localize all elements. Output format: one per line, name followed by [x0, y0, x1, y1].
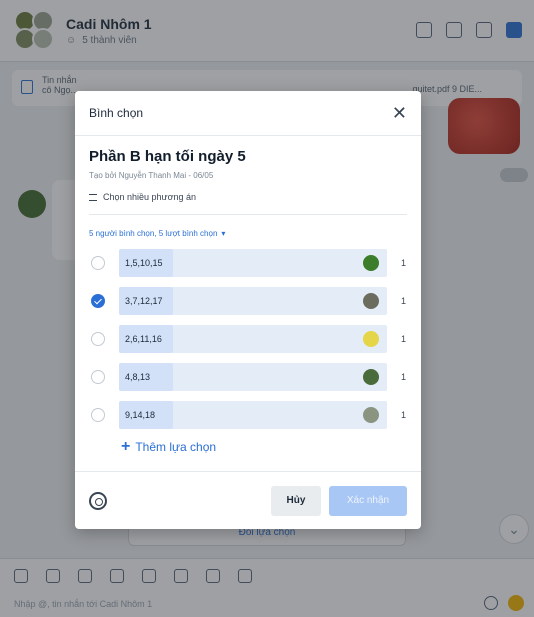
- vote-count[interactable]: 1: [401, 334, 406, 344]
- poll-option[interactable]: 1,5,10,15 1: [89, 248, 407, 278]
- option-checkbox[interactable]: [91, 256, 105, 270]
- option-checkbox[interactable]: [91, 332, 105, 346]
- poll-question: Phần B hạn tối ngày 5: [89, 148, 246, 165]
- poll-option[interactable]: 9,14,18 1: [89, 400, 407, 430]
- option-bar[interactable]: 1,5,10,15: [119, 249, 387, 277]
- cancel-button[interactable]: Hủy: [271, 485, 321, 516]
- poll-dialog: Bình chọn ✕ Phần B hạn tối ngày 5 Tạo bở…: [75, 91, 421, 529]
- option-label: 1,5,10,15: [125, 258, 163, 268]
- poll-option[interactable]: 2,6,11,16 1: [89, 324, 407, 354]
- poll-option[interactable]: 3,7,12,17 1: [89, 286, 407, 316]
- add-option-button[interactable]: + Thêm lựa chọn: [121, 438, 407, 456]
- confirm-button[interactable]: Xác nhận: [329, 485, 407, 516]
- voter-avatar[interactable]: [363, 293, 379, 309]
- settings-icon[interactable]: [89, 491, 107, 510]
- vote-count[interactable]: 1: [401, 258, 406, 268]
- voter-avatar[interactable]: [363, 255, 379, 271]
- chevron-down-icon: ▾: [221, 229, 226, 238]
- divider: [89, 214, 407, 215]
- vote-count[interactable]: 1: [401, 296, 406, 306]
- close-icon[interactable]: ✕: [392, 104, 407, 122]
- option-label: 9,14,18: [125, 410, 156, 420]
- poll-meta: Tạo bởi Nguyễn Thanh Mai - 06/05: [89, 171, 214, 180]
- poll-options: 1,5,10,15 1 3,7,12,17 1 2,6,11,16 1 4,8,13 1 9,1…: [89, 248, 407, 430]
- plus-icon: +: [121, 438, 131, 455]
- vote-count[interactable]: 1: [401, 372, 406, 382]
- add-option-label: Thêm lựa chọn: [135, 440, 217, 454]
- multi-choice-label: Chọn nhiều phương án: [103, 192, 196, 202]
- option-label: 4,8,13: [125, 372, 151, 382]
- voter-avatar[interactable]: [363, 407, 379, 423]
- option-checkbox[interactable]: [91, 294, 105, 308]
- option-label: 3,7,12,17: [125, 296, 163, 306]
- dialog-title: Bình chọn: [89, 106, 144, 120]
- option-checkbox[interactable]: [91, 370, 105, 384]
- voter-avatar[interactable]: [363, 331, 379, 347]
- poll-option[interactable]: 4,8,13 1: [89, 362, 407, 392]
- option-bar[interactable]: 2,6,11,16: [119, 325, 387, 353]
- option-bar[interactable]: 4,8,13: [119, 363, 387, 391]
- option-label: 2,6,11,16: [125, 334, 162, 344]
- option-bar[interactable]: 9,14,18: [119, 401, 387, 429]
- voter-avatar[interactable]: [363, 369, 379, 385]
- vote-summary[interactable]: 5 người bình chọn, 5 lượt bình chọn ▾: [89, 229, 407, 238]
- vote-summary-text: 5 người bình chọn, 5 lượt bình chọn: [89, 229, 218, 238]
- option-checkbox[interactable]: [91, 408, 105, 422]
- multi-choice-setting: Chọn nhiều phương án: [89, 192, 407, 202]
- vote-count[interactable]: 1: [401, 410, 406, 420]
- option-bar[interactable]: 3,7,12,17: [119, 287, 387, 315]
- list-icon: [89, 193, 97, 201]
